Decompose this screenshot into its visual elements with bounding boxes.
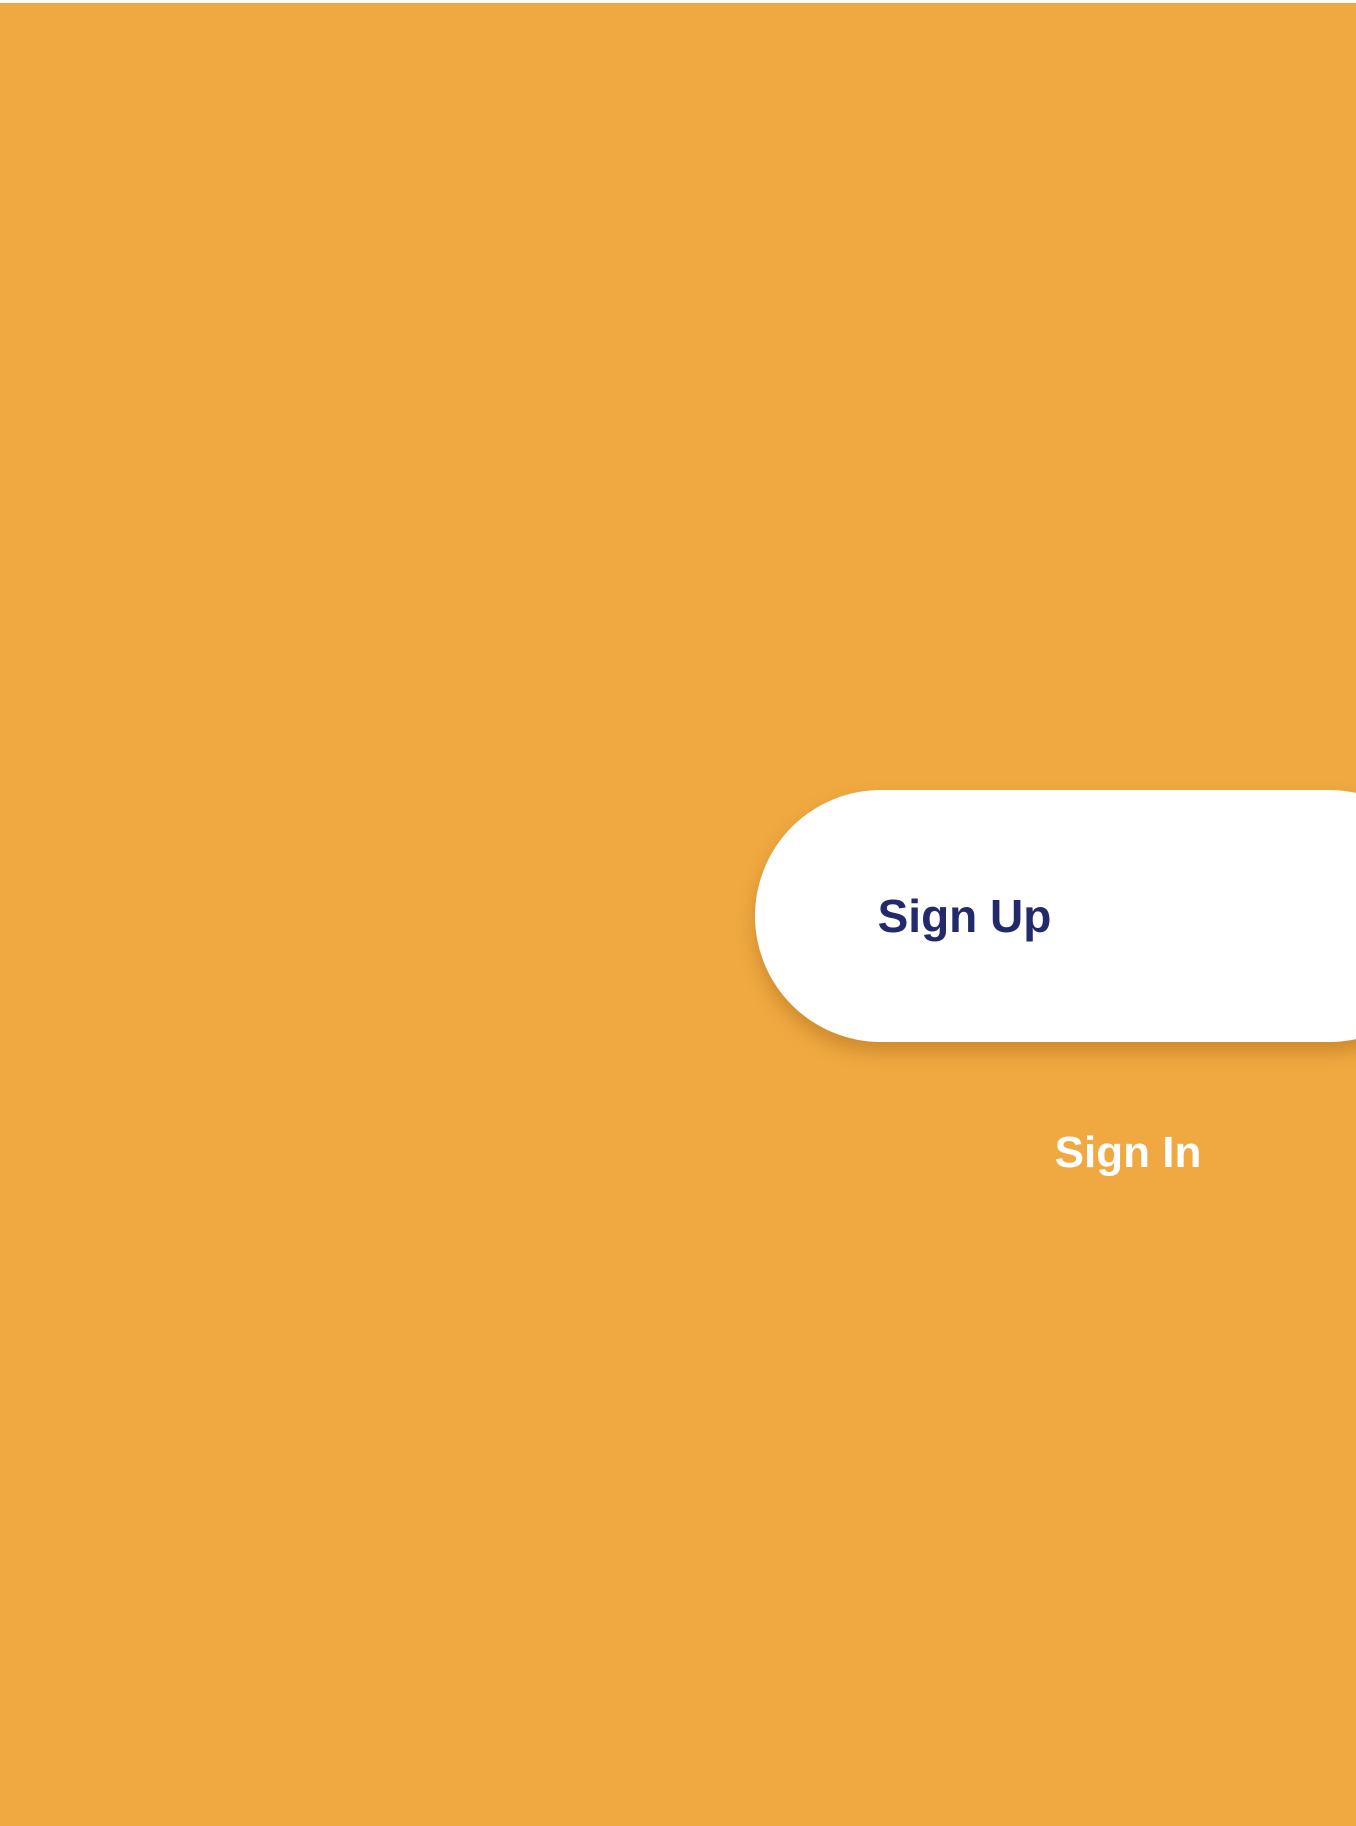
- sign-up-label: Sign Up: [877, 890, 1052, 942]
- welcome-screen: Sign Up Sign In: [0, 3, 1356, 1826]
- sign-in-link[interactable]: Sign In: [1020, 1118, 1236, 1188]
- sign-up-button[interactable]: Sign Up: [755, 790, 1356, 1042]
